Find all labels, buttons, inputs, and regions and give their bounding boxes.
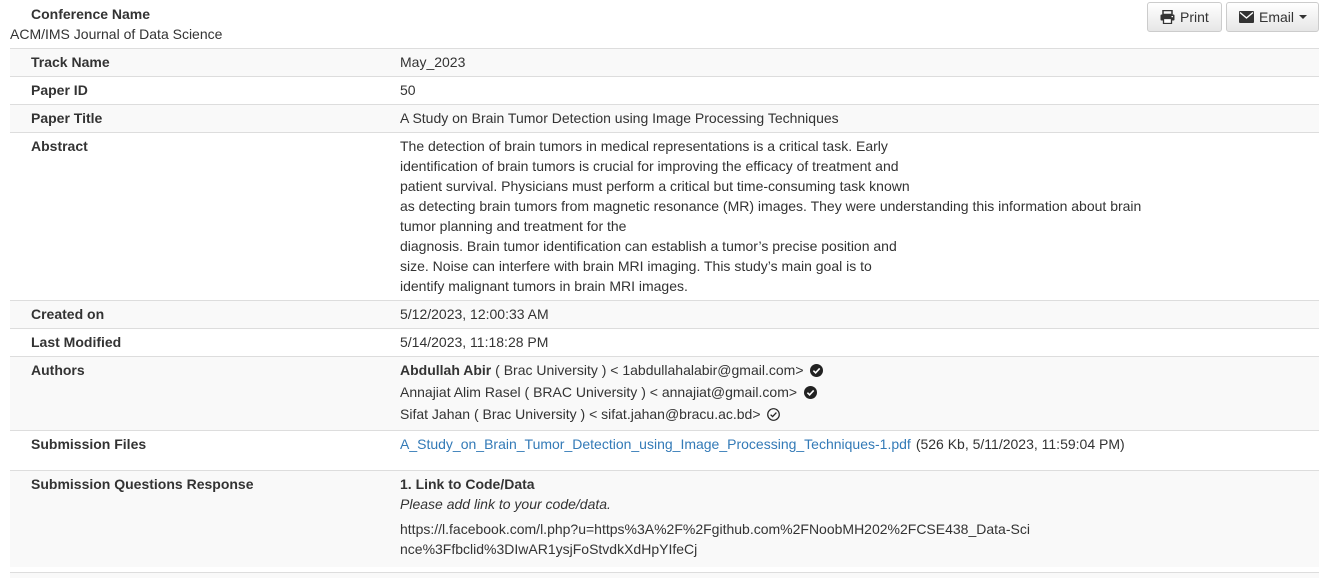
created-on-value: 5/12/2023, 12:00:33 AM [400, 300, 1319, 329]
abstract-line: The detection of brain tumors in medical… [400, 138, 888, 154]
abstract-value: The detection of brain tumors in medical… [400, 132, 1319, 301]
questions-label: Submission Questions Response [10, 470, 400, 567]
paper-title-label: Paper Title [10, 104, 400, 133]
paper-title-value: A Study on Brain Tumor Detection using I… [400, 104, 1319, 133]
abstract-line: patient survival. Physicians must perfor… [400, 178, 910, 194]
questions-value: 1. Link to Code/Data Please add link to … [400, 470, 1319, 567]
table-row-abstract: Abstract The detection of brain tumors i… [10, 132, 1319, 301]
author-name: Abdullah Abir [400, 362, 492, 378]
abstract-line: identification of brain tumors is crucia… [400, 158, 899, 174]
submission-file-meta: (526 Kb, 5/11/2023, 11:59:04 PM) [915, 436, 1125, 452]
track-name-label: Track Name [10, 48, 400, 77]
conference-name-label: Conference Name [31, 6, 151, 22]
paper-id-value: 50 [400, 76, 1319, 105]
unverified-check-icon [767, 406, 781, 426]
print-button[interactable]: Print [1147, 2, 1222, 32]
table-row-track: Track Name May_2023 [10, 48, 1319, 77]
table-row-paper-title: Paper Title A Study on Brain Tumor Detec… [10, 104, 1319, 133]
verified-check-icon [810, 362, 824, 382]
abstract-label: Abstract [10, 132, 400, 301]
last-modified-value: 5/14/2023, 11:18:28 PM [400, 328, 1319, 357]
email-dropdown-button[interactable]: Email [1226, 2, 1319, 32]
table-row-created-on: Created on 5/12/2023, 12:00:33 AM [10, 300, 1319, 329]
abstract-line: identify malignant tumors in brain MRI i… [400, 278, 688, 294]
question-answer: https://l.facebook.com/l.php?u=https%3A%… [400, 521, 1030, 557]
track-name-value: May_2023 [400, 48, 1319, 77]
author-details: ( BRAC University ) < annajiat@gmail.com… [520, 384, 798, 400]
printer-icon [1160, 10, 1175, 24]
caret-down-icon [1299, 15, 1308, 19]
table-row-submission-files: Submission Files A_Study_on_Brain_Tumor_… [10, 430, 1319, 471]
author-item: Annajiat Alim Rasel ( BRAC University ) … [400, 382, 1149, 404]
footer-divider [10, 572, 1319, 578]
author-item: Sifat Jahan ( Brac University ) < sifat.… [400, 404, 1149, 426]
table-row-authors: Authors Abdullah Abir ( Brac University … [10, 356, 1319, 431]
submission-file-link[interactable]: A_Study_on_Brain_Tumor_Detection_using_I… [400, 436, 911, 452]
verified-check-icon [803, 384, 817, 404]
authors-label: Authors [10, 356, 400, 431]
authors-list: Abdullah Abir ( Brac University ) < 1abd… [400, 356, 1319, 431]
paper-details-table: Track Name May_2023 Paper ID 50 Paper Ti… [10, 48, 1319, 567]
submission-files-label: Submission Files [10, 430, 400, 471]
table-row-questions: Submission Questions Response 1. Link to… [10, 470, 1319, 567]
author-details: ( Brac University ) < 1abdullahalabir@gm… [491, 362, 804, 378]
envelope-icon [1239, 11, 1254, 23]
last-modified-label: Last Modified [10, 328, 400, 357]
abstract-line: size. Noise can interfere with brain MRI… [400, 258, 872, 274]
table-row-paper-id: Paper ID 50 [10, 76, 1319, 105]
print-button-label: Print [1180, 9, 1209, 25]
author-name: Annajiat Alim Rasel [400, 384, 521, 400]
author-name: Sifat Jahan [400, 406, 471, 422]
question-hint: Please add link to your code/data. [400, 496, 611, 512]
question-title: 1. Link to Code/Data [400, 476, 535, 492]
abstract-line: as detecting brain tumors from magnetic … [400, 198, 1142, 234]
email-button-label: Email [1259, 9, 1295, 25]
table-row-last-modified: Last Modified 5/14/2023, 11:18:28 PM [10, 328, 1319, 357]
created-on-label: Created on [10, 300, 400, 329]
paper-id-label: Paper ID [10, 76, 400, 105]
author-details: ( Brac University ) < sifat.jahan@bracu.… [470, 406, 761, 422]
conference-name-value: ACM/IMS Journal of Data Science [10, 26, 223, 42]
author-item: Abdullah Abir ( Brac University ) < 1abd… [400, 360, 1149, 382]
page-header: Conference Name ACM/IMS Journal of Data … [0, 0, 1325, 48]
abstract-line: diagnosis. Brain tumor identification ca… [400, 238, 897, 254]
submission-files-value: A_Study_on_Brain_Tumor_Detection_using_I… [400, 430, 1319, 471]
